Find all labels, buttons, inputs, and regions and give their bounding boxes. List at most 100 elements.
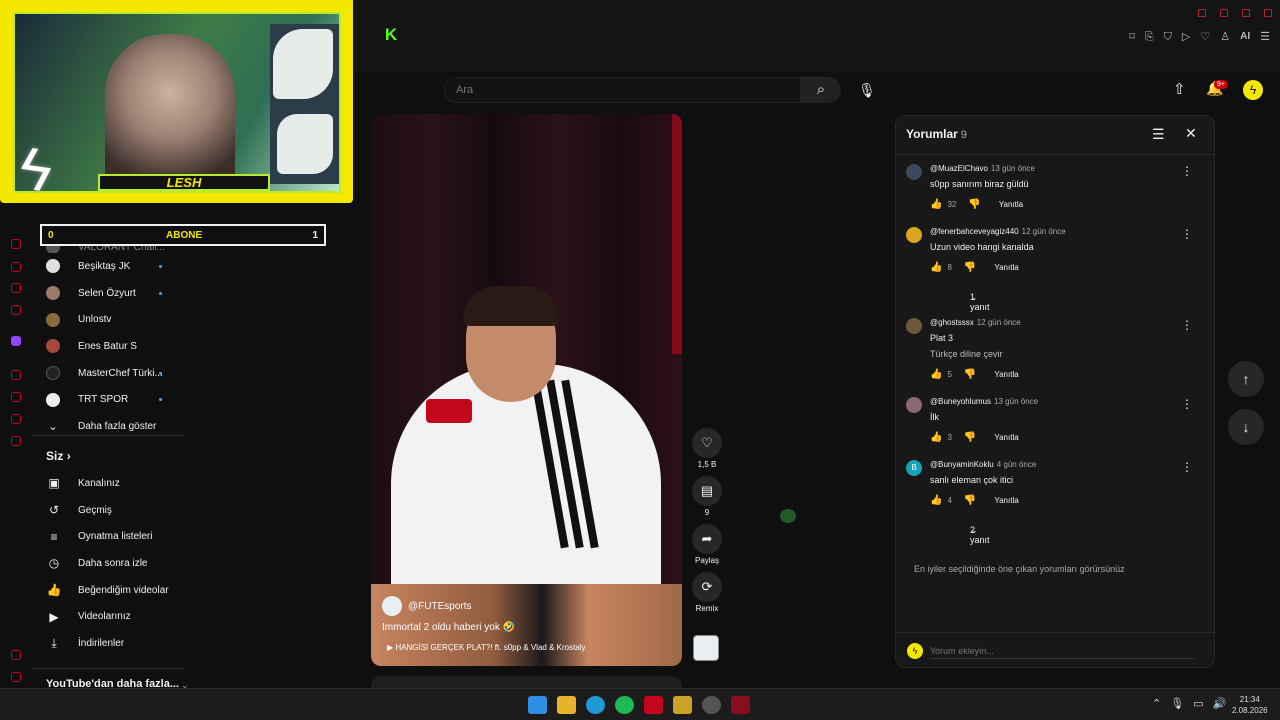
- more-options-icon[interactable]: ⋮: [1181, 318, 1193, 332]
- reply-button[interactable]: Yanıtla: [994, 263, 1018, 272]
- comments-button[interactable]: ▤ 9: [690, 476, 724, 517]
- thumbs-up-icon[interactable]: 👍: [930, 495, 942, 506]
- chevron-up-icon[interactable]: ⌃: [1152, 697, 1161, 710]
- rail-icon[interactable]: [11, 436, 21, 446]
- thumbs-up-icon[interactable]: 👍: [930, 262, 942, 273]
- thumbs-down-icon[interactable]: 👎: [964, 262, 976, 273]
- spotify-icon[interactable]: [615, 696, 634, 714]
- comment-author[interactable]: @ghostsssx: [930, 318, 974, 327]
- rail-icon[interactable]: [11, 392, 21, 402]
- sidebar-item-subscription[interactable]: Beşiktaş JK: [46, 253, 186, 280]
- account-avatar[interactable]: ϟ: [1243, 80, 1263, 100]
- close-icon[interactable]: ✕: [1185, 125, 1197, 142]
- sidebar-item-your-channel[interactable]: ▣ Kanalınız: [46, 470, 186, 497]
- remix-button[interactable]: ⟳ Remix: [690, 572, 724, 613]
- system-clock[interactable]: 21:34 2.08.2026: [1232, 694, 1268, 716]
- thumbs-down-icon[interactable]: 👎: [964, 369, 976, 380]
- translate-icon[interactable]: ⎘: [1145, 30, 1154, 44]
- shield-icon[interactable]: ⛉: [1164, 30, 1172, 44]
- subscriber-counter-left: 0: [48, 229, 54, 241]
- search-input[interactable]: [444, 77, 801, 103]
- game-launcher-icon[interactable]: [673, 696, 692, 714]
- upload-button[interactable]: ⇧: [1173, 80, 1186, 98]
- windows-start-icon[interactable]: [528, 696, 547, 714]
- sidebar-item-your-videos[interactable]: ▶ Videolarınız: [46, 603, 186, 630]
- comment-author[interactable]: @MuazElChavo: [930, 164, 988, 173]
- reply-button[interactable]: Yanıtla: [994, 433, 1018, 442]
- rail-icon[interactable]: [11, 414, 21, 424]
- comment-like-count: 5: [947, 370, 952, 379]
- sidebar-item-liked-videos[interactable]: 👍 Beğendiğim videolar: [46, 577, 186, 604]
- thumbs-up-icon[interactable]: 👍: [930, 369, 942, 380]
- view-replies-button[interactable]: 1 yanıt ⌄: [896, 282, 1216, 312]
- kick-logo-icon[interactable]: K: [382, 26, 400, 44]
- short-video-player[interactable]: @FUTEsports Immortal 2 oldu haberi yok 🤣…: [371, 114, 682, 666]
- share-button[interactable]: ➦ Paylaş: [690, 524, 724, 565]
- reply-button[interactable]: Yanıtla: [994, 370, 1018, 379]
- sidebar-item-watch-later[interactable]: ◷ Daha sonra izle: [46, 550, 186, 577]
- you-section-heading[interactable]: Siz ›: [46, 449, 71, 463]
- comment-input[interactable]: [930, 643, 1194, 659]
- sound-thumbnail[interactable]: [693, 635, 719, 661]
- view-replies-button[interactable]: 2 yanıt ⌄: [896, 515, 1216, 545]
- comment-author[interactable]: @Buneyohlumus: [930, 397, 991, 406]
- rail-icon[interactable]: [11, 305, 21, 315]
- sort-icon[interactable]: ☰: [1152, 126, 1165, 143]
- more-options-icon[interactable]: ⋮: [1181, 164, 1193, 178]
- obs-icon[interactable]: [702, 696, 721, 714]
- voice-search-button[interactable]: 🎙: [856, 79, 878, 101]
- sidebar-item-playlists[interactable]: ≡ Oynatma listeleri: [46, 523, 186, 550]
- rail-icon[interactable]: [11, 370, 21, 380]
- opera-gx-icon[interactable]: [731, 696, 750, 714]
- like-button[interactable]: ♡ 1,5 B: [690, 428, 724, 469]
- sidebar-item-subscription[interactable]: Selen Özyurt: [46, 280, 186, 307]
- rail-icon[interactable]: [11, 672, 21, 682]
- rail-icon[interactable]: [11, 283, 21, 293]
- play-icon[interactable]: ▷: [1182, 30, 1190, 44]
- twitch-icon[interactable]: [11, 336, 21, 346]
- recorder-icon[interactable]: [644, 696, 663, 714]
- channel-avatar: [46, 366, 60, 381]
- close-window-icon[interactable]: [1264, 9, 1272, 17]
- search-button[interactable]: ⌕: [801, 77, 841, 103]
- minimize-icon[interactable]: [1220, 9, 1228, 17]
- heart-icon[interactable]: ♡: [1200, 30, 1210, 44]
- rail-icon[interactable]: [11, 262, 21, 272]
- microphone-icon[interactable]: 🎙: [1170, 697, 1184, 710]
- sidebar-item-history[interactable]: ↺ Geçmiş: [46, 497, 186, 524]
- more-options-icon[interactable]: ⋮: [1181, 460, 1193, 474]
- sidebar-item-downloads[interactable]: ⤓ İndirilenler: [46, 630, 186, 657]
- volume-icon[interactable]: 🔊: [1213, 697, 1227, 710]
- short-channel[interactable]: @FUTEsports: [382, 596, 472, 616]
- display-icon[interactable]: ▭: [1193, 697, 1203, 710]
- previous-short-button[interactable]: ↑: [1228, 361, 1264, 397]
- edge-browser-icon[interactable]: [586, 696, 605, 714]
- reply-button[interactable]: Yanıtla: [994, 496, 1018, 505]
- profile-icon[interactable]: ♙: [1220, 30, 1230, 44]
- thumbs-up-icon[interactable]: 👍: [930, 199, 942, 210]
- microphone-icon: 🎙: [858, 82, 876, 98]
- thumbs-down-icon[interactable]: 👎: [968, 199, 980, 210]
- rail-icon[interactable]: [11, 239, 21, 249]
- next-short-button[interactable]: ↓: [1228, 409, 1264, 445]
- ai-extension-label[interactable]: AI: [1240, 30, 1250, 44]
- bookmark-icon[interactable]: ⌑: [1129, 30, 1135, 44]
- sidebar-item-subscription[interactable]: MasterChef Türki...: [46, 360, 186, 387]
- comment-author[interactable]: @BunyaminKoklu: [930, 460, 994, 469]
- menu-icon[interactable]: ☰: [1260, 30, 1270, 44]
- thumbs-down-icon[interactable]: 👎: [964, 495, 976, 506]
- rail-icon[interactable]: [11, 650, 21, 660]
- more-options-icon[interactable]: ⋮: [1181, 397, 1193, 411]
- thumbs-down-icon[interactable]: 👎: [964, 432, 976, 443]
- file-explorer-icon[interactable]: [557, 696, 576, 714]
- more-options-icon[interactable]: ⋮: [1181, 227, 1193, 241]
- sidebar-item-subscription[interactable]: Enes Batur S: [46, 333, 186, 360]
- linked-video-link[interactable]: ▶ HANGİSİ GERÇEK PLAT?! ft. s0pp & Vlad …: [387, 643, 586, 652]
- thumbs-up-icon[interactable]: 👍: [930, 432, 942, 443]
- search-window-icon[interactable]: [1198, 9, 1206, 17]
- comment-author[interactable]: @fenerbahceveyagiz440: [930, 227, 1019, 236]
- sidebar-item-subscription[interactable]: Unlostv: [46, 306, 186, 333]
- maximize-icon[interactable]: [1242, 9, 1250, 17]
- sidebar-item-subscription[interactable]: TRT SPOR: [46, 386, 186, 413]
- reply-button[interactable]: Yanıtla: [999, 200, 1023, 209]
